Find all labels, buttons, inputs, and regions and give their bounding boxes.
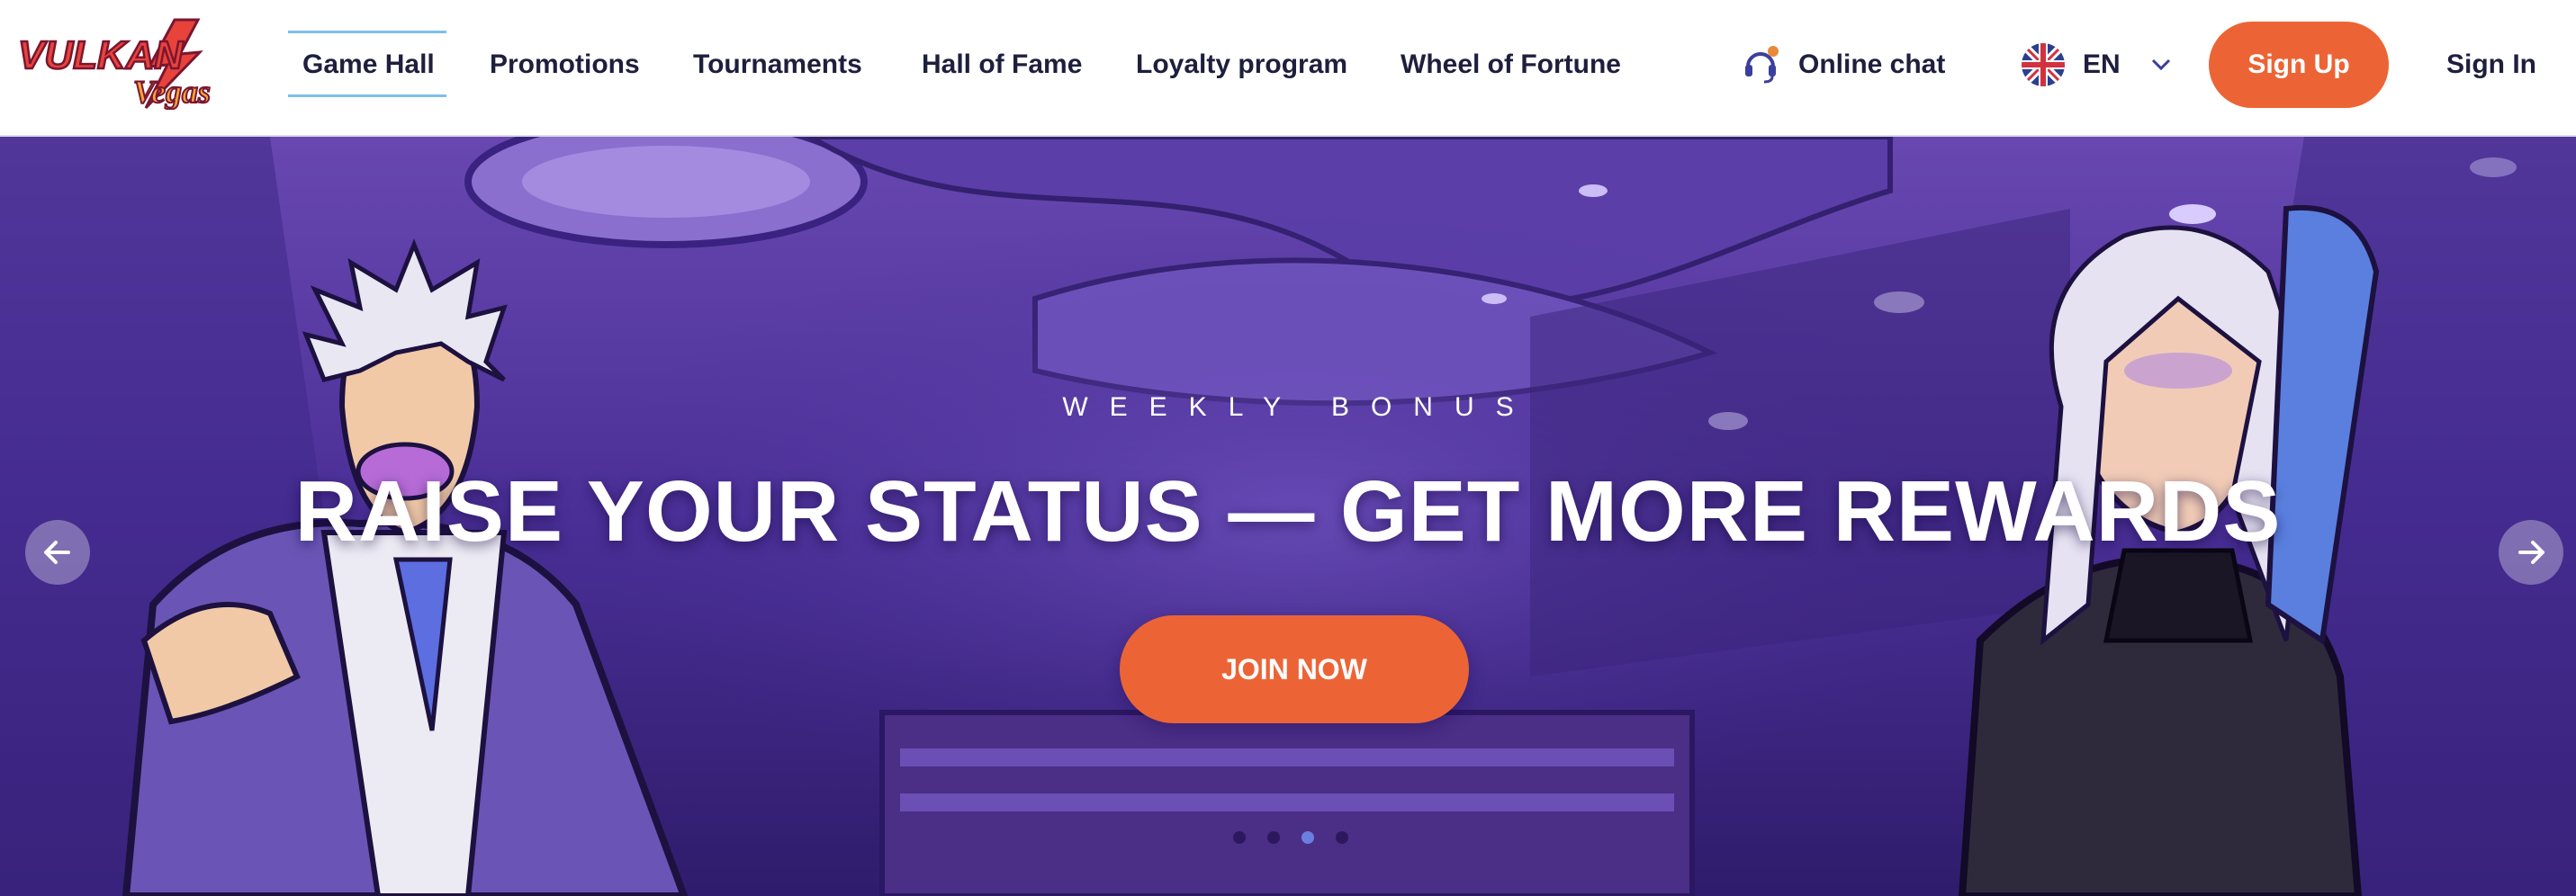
nav-wheel-of-fortune[interactable]: Wheel of Fortune: [1401, 47, 1621, 83]
nav-promotions[interactable]: Promotions: [490, 47, 640, 83]
sign-up-button[interactable]: Sign Up: [2209, 22, 2389, 108]
site-header: VULKAN Vegas Game Hall Promotions Tourna…: [0, 0, 2576, 137]
carousel-next-button[interactable]: [2499, 520, 2563, 585]
arrow-left-icon: [44, 541, 70, 564]
carousel-prev-button[interactable]: [25, 520, 90, 585]
logo-text-bottom: Vegas: [133, 74, 211, 110]
carousel-dot[interactable]: [1336, 831, 1348, 844]
join-now-button[interactable]: JOIN NOW: [1120, 615, 1469, 723]
chevron-down-icon: [2151, 58, 2170, 71]
headset-icon: [1745, 46, 1779, 84]
arrow-right-icon: [2518, 541, 2544, 564]
online-chat-link[interactable]: Online chat: [1741, 45, 1945, 85]
nav-game-hall[interactable]: Game Hall: [302, 47, 435, 83]
carousel-dot[interactable]: [1267, 831, 1280, 844]
language-selector[interactable]: EN: [2022, 43, 2171, 86]
vulkan-vegas-logo[interactable]: VULKAN Vegas: [14, 16, 230, 110]
nav-loyalty-program[interactable]: Loyalty program: [1136, 47, 1347, 83]
hero-headline: RAISE YOUR STATUS — GET MORE REWARDS: [294, 463, 2282, 560]
uk-flag-icon: [2022, 43, 2065, 86]
carousel-pagination: [1233, 831, 1370, 846]
sign-in-link[interactable]: Sign In: [2446, 47, 2536, 83]
hero-eyebrow: WEEKLY BONUS: [1062, 392, 1536, 422]
nav-tournaments[interactable]: Tournaments: [693, 47, 862, 83]
nav-hall-of-fame[interactable]: Hall of Fame: [922, 47, 1082, 83]
carousel-dot[interactable]: [1233, 831, 1246, 844]
language-label: EN: [2083, 49, 2121, 79]
logo-text-top: VULKAN: [18, 33, 185, 77]
carousel-dot[interactable]: [1302, 831, 1314, 844]
online-chat-label: Online chat: [1798, 49, 1946, 79]
hero-banner: WEEKLY BONUS RAISE YOUR STATUS — GET MOR…: [0, 137, 2576, 896]
